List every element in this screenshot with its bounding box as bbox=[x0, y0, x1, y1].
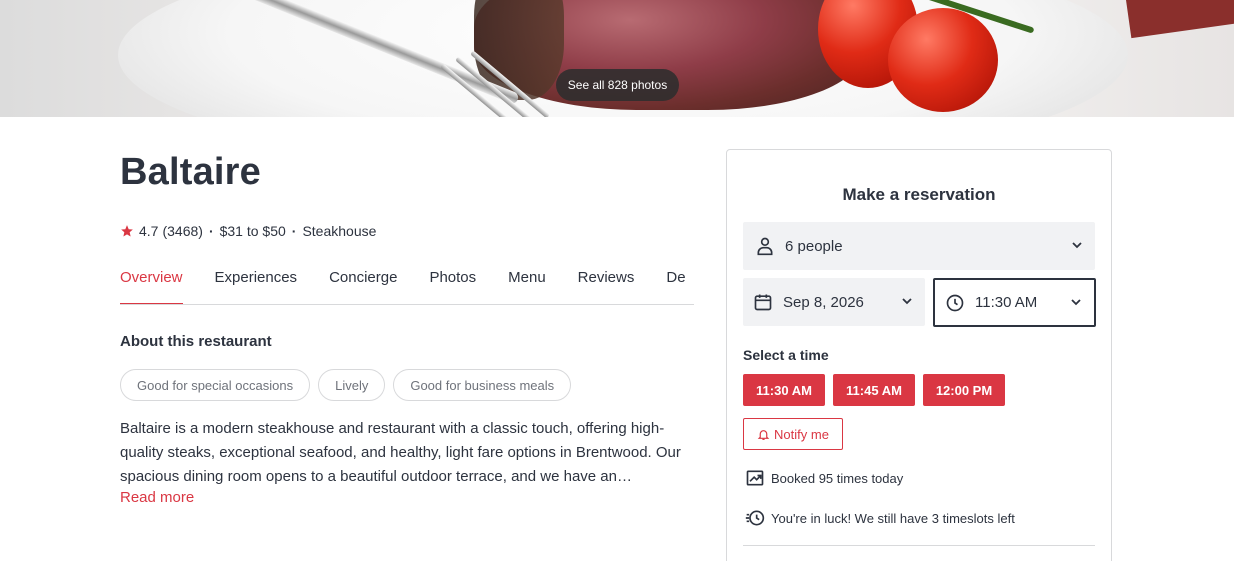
tomato-image bbox=[888, 8, 998, 112]
time-select[interactable]: 11:30 AM bbox=[933, 278, 1096, 327]
party-size-value: 6 people bbox=[785, 237, 843, 255]
timeslot-list: 11:30 AM 11:45 AM 12:00 PM bbox=[743, 374, 1013, 406]
tab-details[interactable]: De bbox=[666, 266, 685, 304]
tab-overview[interactable]: Overview bbox=[120, 266, 183, 304]
tab-menu[interactable]: Menu bbox=[508, 266, 546, 304]
trending-up-icon bbox=[746, 470, 764, 486]
calendar-icon bbox=[754, 294, 772, 311]
hero-photo[interactable]: See all 828 photos bbox=[0, 0, 1234, 117]
restaurant-description: Baltaire is a modern steakhouse and rest… bbox=[120, 420, 681, 485]
timer-icon bbox=[745, 510, 765, 526]
booked-info: Booked 95 times today bbox=[745, 468, 903, 488]
timeslot-button[interactable]: 11:30 AM bbox=[743, 374, 825, 406]
availability-text: You're in luck! We still have 3 timeslot… bbox=[771, 510, 1015, 526]
tab-photos[interactable]: Photos bbox=[429, 266, 476, 304]
chevron-down-icon bbox=[1072, 242, 1082, 249]
about-heading: About this restaurant bbox=[120, 333, 272, 350]
timeslot-button[interactable]: 11:45 AM bbox=[833, 374, 915, 406]
bell-icon bbox=[757, 429, 770, 440]
see-all-photos-button[interactable]: See all 828 photos bbox=[556, 69, 679, 101]
reservation-card: Make a reservation 6 people Sep 8, 2026 … bbox=[726, 149, 1112, 561]
notify-me-button[interactable]: Notify me bbox=[743, 418, 843, 450]
party-size-select[interactable]: 6 people bbox=[743, 222, 1095, 270]
availability-info: You're in luck! We still have 3 timeslot… bbox=[745, 508, 1015, 528]
separator-dot: · bbox=[208, 223, 214, 239]
read-more-link[interactable]: Read more bbox=[120, 489, 194, 506]
select-time-label: Select a time bbox=[743, 347, 829, 363]
tab-concierge[interactable]: Concierge bbox=[329, 266, 397, 304]
reservation-title: Make a reservation bbox=[842, 185, 996, 204]
restaurant-meta: 4.7 (3468) · $31 to $50 · Steakhouse bbox=[120, 223, 376, 239]
notify-me-label: Notify me bbox=[774, 426, 829, 442]
restaurant-name: Baltaire bbox=[120, 151, 262, 193]
chevron-down-icon bbox=[1071, 299, 1081, 306]
booked-text: Booked 95 times today bbox=[771, 470, 904, 486]
section-tabs: Overview Experiences Concierge Photos Me… bbox=[120, 266, 694, 305]
clock-icon bbox=[946, 294, 964, 311]
tab-experiences[interactable]: Experiences bbox=[215, 266, 298, 304]
chevron-down-icon bbox=[902, 298, 912, 305]
star-icon bbox=[121, 225, 133, 237]
tab-reviews[interactable]: Reviews bbox=[578, 266, 635, 304]
tag-chip[interactable]: Good for special occasions bbox=[120, 369, 311, 401]
divider bbox=[743, 545, 1095, 546]
timeslot-button[interactable]: 12:00 PM bbox=[923, 374, 1005, 406]
tag-list: Good for special occasions Lively Good f… bbox=[120, 369, 579, 401]
tag-chip[interactable]: Lively bbox=[318, 369, 386, 401]
time-value: 11:30 AM bbox=[975, 294, 1038, 311]
date-select[interactable]: Sep 8, 2026 bbox=[743, 278, 925, 326]
reviews-count[interactable]: (3468) bbox=[162, 223, 202, 239]
cuisine: Steakhouse bbox=[302, 223, 377, 239]
separator-dot: · bbox=[291, 223, 297, 239]
price-range: $31 to $50 bbox=[219, 223, 286, 239]
tag-chip[interactable]: Good for business meals bbox=[393, 369, 572, 401]
steak-edge-image bbox=[1125, 0, 1234, 39]
rating-value: 4.7 bbox=[139, 223, 159, 239]
person-icon bbox=[757, 237, 773, 256]
date-value: Sep 8, 2026 bbox=[783, 293, 864, 311]
